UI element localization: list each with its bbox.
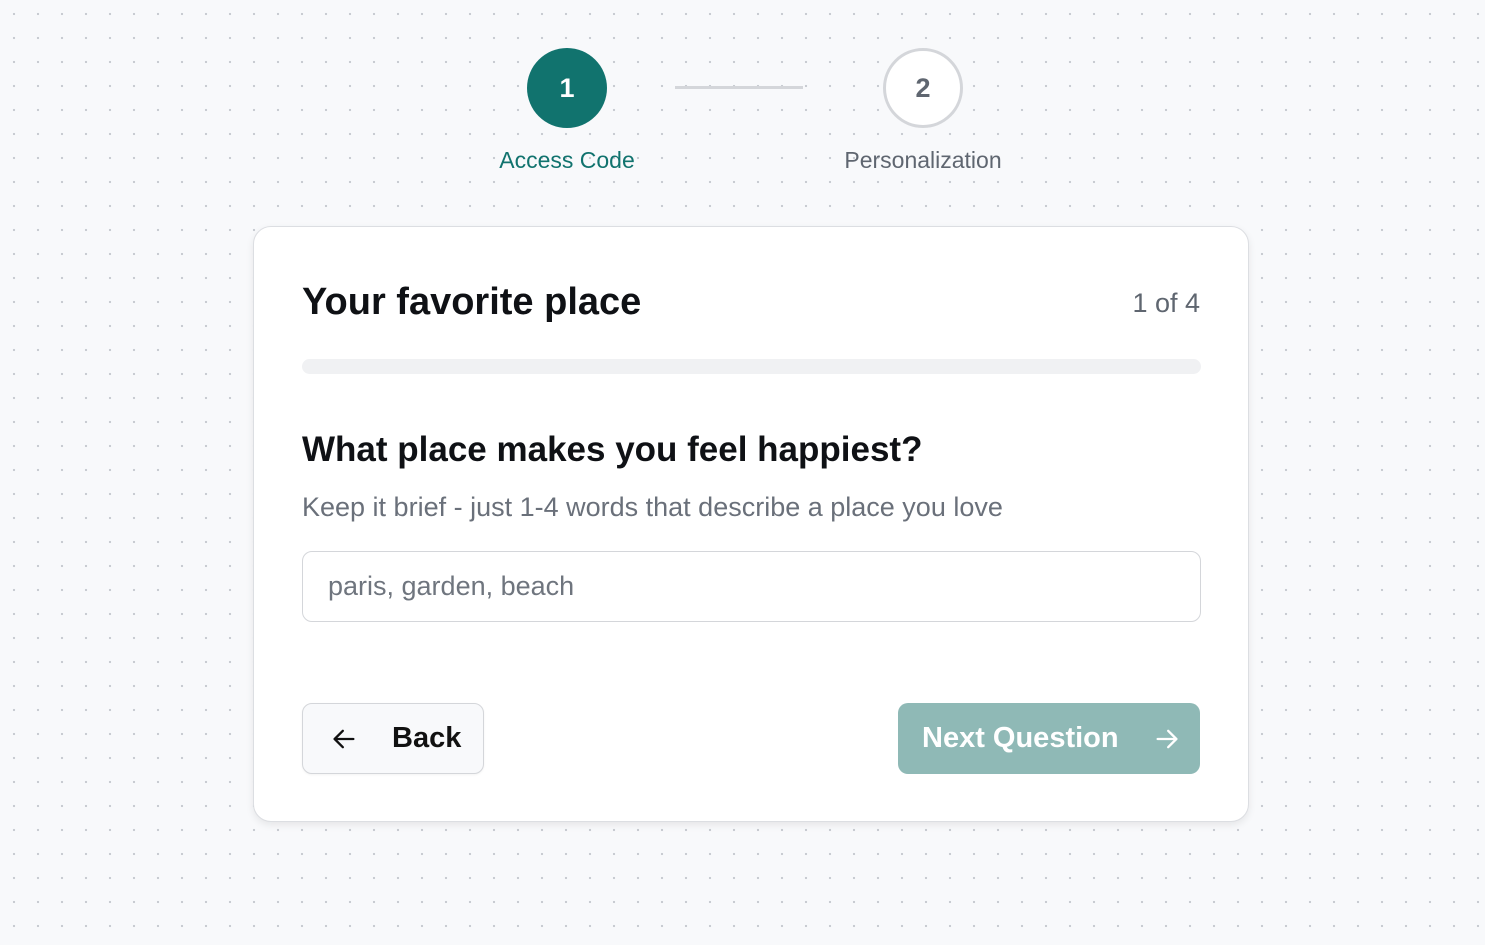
back-button-label: Back: [392, 722, 462, 754]
question-counter: 1 of 4: [1132, 288, 1200, 318]
back-button[interactable]: Back: [302, 703, 484, 774]
question-hint: Keep it brief - just 1-4 words that desc…: [302, 492, 1003, 522]
next-question-button[interactable]: Next Question: [898, 703, 1200, 774]
question-card: Your favorite place 1 of 4 What place ma…: [253, 226, 1249, 822]
step-personalization: 2 Personalization: [813, 48, 1033, 174]
arrow-right-icon: [1153, 725, 1181, 753]
next-question-label: Next Question: [922, 722, 1119, 754]
question-text: What place makes you feel happiest?: [302, 430, 923, 469]
answer-input[interactable]: [302, 551, 1201, 622]
progress-stepper: 1 Access Code 2 Personalization: [0, 48, 1485, 188]
step-2-circle: 2: [883, 48, 963, 128]
step-2-label: Personalization: [844, 147, 1002, 173]
arrow-left-icon: [330, 725, 358, 753]
step-1-label: Access Code: [499, 147, 635, 173]
card-title: Your favorite place: [302, 281, 642, 323]
question-progress-bar: [302, 359, 1201, 374]
step-connector: [675, 86, 803, 89]
step-access-code: 1 Access Code: [457, 48, 677, 174]
step-1-circle: 1: [527, 48, 607, 128]
